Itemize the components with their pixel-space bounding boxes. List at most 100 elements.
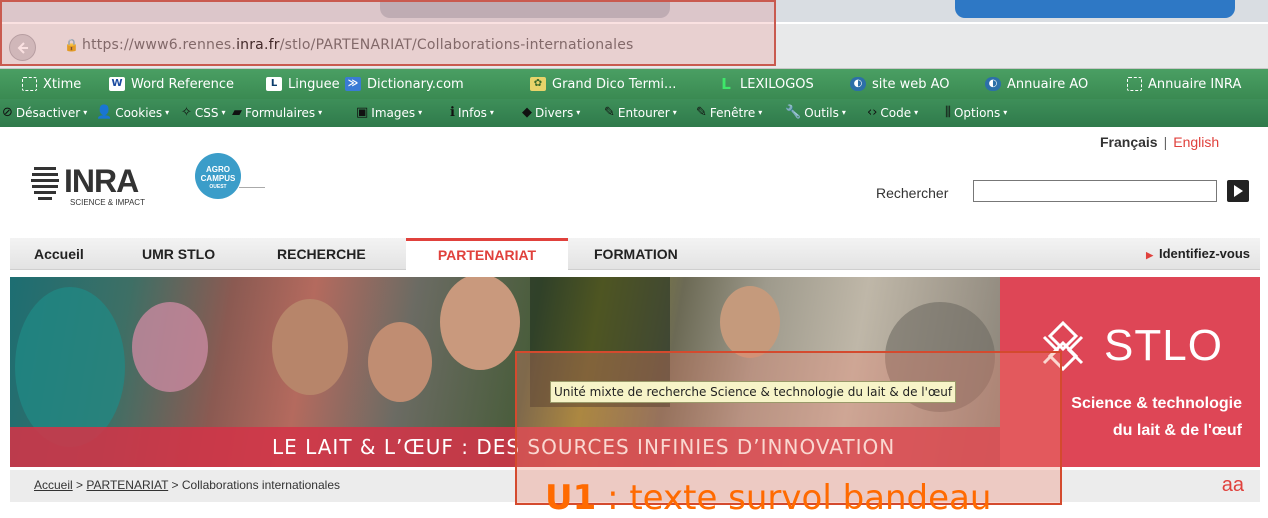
- font-size-control[interactable]: aa: [1222, 474, 1244, 497]
- inra-tagline: SCIENCE & IMPACT: [70, 198, 145, 207]
- agro-line2: CAMPUS: [200, 174, 236, 183]
- annuaire-icon: ◐: [985, 77, 1001, 91]
- dropdown-arrow-icon: ▾: [758, 108, 763, 117]
- inra-logo-text: INRA: [64, 163, 139, 199]
- pencil-icon: ✎: [604, 105, 615, 120]
- bookmark-label: Annuaire AO: [1007, 76, 1089, 92]
- stlo-title: STLO: [1104, 321, 1223, 370]
- toolbar-cookies[interactable]: 👤 Cookies ▾: [96, 105, 169, 120]
- bookmark-annuaire-ao[interactable]: ◐ Annuaire AO: [985, 74, 1088, 94]
- info-icon: ℹ: [450, 105, 455, 120]
- dropdown-arrow-icon: ▾: [672, 108, 677, 117]
- grand-dico-icon: ✿: [530, 77, 546, 91]
- bookmark-xtime[interactable]: Xtime: [22, 74, 81, 94]
- bookmark-label: site web AO: [872, 76, 950, 92]
- bookmark-grand-dico[interactable]: ✿ Grand Dico Termi...: [530, 74, 676, 94]
- disable-icon: ⊘: [2, 105, 13, 120]
- breadcrumb-separator: >: [171, 478, 179, 492]
- dotted-square-icon: [1127, 77, 1142, 91]
- bookmark-site-web-ao[interactable]: ◐ site web AO: [850, 74, 950, 94]
- search-input[interactable]: [973, 180, 1217, 202]
- nav-recherche[interactable]: RECHERCHE: [277, 238, 366, 269]
- search-button[interactable]: [1227, 180, 1249, 202]
- bookmark-dictionary[interactable]: ≫ Dictionary.com: [345, 74, 464, 94]
- breadcrumb-section-link[interactable]: PARTENARIAT: [86, 478, 168, 492]
- bookmark-label: Grand Dico Termi...: [552, 76, 677, 92]
- breadcrumb-current: Collaborations internationales: [181, 478, 340, 492]
- dropdown-arrow-icon: ▾: [489, 108, 494, 117]
- nav-accueil[interactable]: Accueil: [34, 238, 84, 269]
- dropdown-arrow-icon: ▾: [914, 108, 919, 117]
- login-link-label: Identifiez-vous: [1158, 246, 1250, 261]
- bookmark-label: Dictionary.com: [367, 76, 464, 92]
- bookmark-label: Xtime: [43, 76, 82, 92]
- bookmark-word-reference[interactable]: W Word Reference: [109, 74, 234, 94]
- toolbar-label: Entourer: [617, 105, 670, 120]
- bookmark-label: Linguee: [288, 76, 340, 92]
- toolbar-entourer[interactable]: ✎ Entourer ▾: [604, 105, 677, 120]
- linguee-icon: L: [266, 77, 282, 91]
- bookmark-label: Annuaire INRA: [1148, 76, 1242, 92]
- agro-line3: OUEST: [209, 184, 227, 190]
- dropdown-arrow-icon: ▾: [841, 108, 846, 117]
- toolbar-formulaires[interactable]: ▰ Formulaires ▾: [232, 105, 322, 120]
- sliders-icon: ⫼: [945, 105, 951, 120]
- wrench-icon: 🔧: [785, 105, 802, 120]
- toolbar-label: Désactiver: [15, 105, 81, 120]
- dropdown-arrow-icon: ▾: [418, 108, 423, 117]
- bookmarks-bar: Xtime W Word Reference L Linguee ≫ Dictiona…: [0, 69, 1268, 99]
- agrocampus-badge: AGRO CAMPUS OUEST: [195, 153, 241, 199]
- cube-icon: ◆: [522, 105, 532, 120]
- dropdown-arrow-icon: ▾: [576, 108, 581, 117]
- dropdown-arrow-icon: ▾: [83, 108, 88, 117]
- toolbar-label: Options: [953, 105, 1001, 120]
- image-icon: ▣: [356, 105, 369, 120]
- toolbar-fenetre[interactable]: ✎ Fenêtre ▾: [696, 105, 762, 120]
- toolbar-infos[interactable]: ℹ Infos ▾: [450, 105, 494, 120]
- breadcrumb-trail: Accueil > PARTENARIAT > Collaborations i…: [34, 478, 340, 492]
- toolbar-label: Outils: [804, 105, 839, 120]
- toolbar-code[interactable]: ‹› Code ▾: [867, 105, 918, 120]
- wordreference-icon: W: [109, 77, 125, 91]
- annotation-label-code: U1: [545, 478, 597, 518]
- login-link[interactable]: ▶ Identifiez-vous: [1146, 238, 1250, 269]
- dictionary-icon: ≫: [345, 77, 361, 91]
- agrocampus-logo[interactable]: AGRO CAMPUS OUEST: [193, 153, 265, 205]
- bookmark-linguee[interactable]: L Linguee: [266, 74, 340, 94]
- lang-en-link[interactable]: English: [1173, 134, 1219, 150]
- toolbar-label: Divers: [535, 105, 574, 120]
- dropdown-arrow-icon: ▾: [318, 108, 323, 117]
- code-icon: ‹›: [867, 105, 878, 120]
- search-label: Rechercher: [876, 185, 949, 201]
- nav-umr-stlo[interactable]: UMR STLO: [142, 238, 215, 269]
- nav-partenariat[interactable]: PARTENARIAT: [406, 238, 568, 272]
- inra-logo[interactable]: INRA SCIENCE & IMPACT: [30, 163, 170, 208]
- toolbar-divers[interactable]: ◆ Divers ▾: [522, 105, 580, 120]
- main-nav: Accueil UMR STLO RECHERCHE PARTENARIAT F…: [10, 238, 1260, 272]
- play-arrow-icon: [1234, 185, 1243, 197]
- breadcrumb-home-link[interactable]: Accueil: [34, 478, 73, 492]
- pencil-icon: ✎: [696, 105, 707, 120]
- nav-formation[interactable]: FORMATION: [594, 238, 678, 269]
- toolbar-desactiver[interactable]: ⊘ Désactiver ▾: [2, 105, 87, 120]
- toolbar-label: Images: [371, 105, 416, 120]
- dropdown-arrow-icon: ▾: [1003, 108, 1008, 117]
- banner-tooltip: Unité mixte de recherche Science & techn…: [550, 381, 957, 403]
- toolbar-options[interactable]: ⫼ Options ▾: [945, 105, 1007, 120]
- lexilogos-icon: L: [721, 75, 731, 93]
- toolbar-css[interactable]: ✧ CSS ▾: [181, 105, 226, 120]
- bookmark-lexilogos[interactable]: L LEXILOGOS: [718, 74, 814, 94]
- bookmark-annuaire-inra[interactable]: Annuaire INRA: [1127, 74, 1241, 94]
- lang-fr-link[interactable]: Français: [1100, 134, 1158, 150]
- dropdown-arrow-icon: ▾: [221, 108, 226, 117]
- language-switcher: Français | English: [1100, 134, 1219, 150]
- annotation-label: U1 : texte survol bandeau: [545, 478, 991, 518]
- font-size-icon: aa: [1221, 474, 1244, 496]
- browser-tab-active[interactable]: [955, 0, 1235, 18]
- wand-icon: ✧: [181, 105, 192, 120]
- toolbar-images[interactable]: ▣ Images ▾: [356, 105, 422, 120]
- form-icon: ▰: [232, 105, 242, 120]
- web-developer-toolbar: ⊘ Désactiver ▾ 👤 Cookies ▾ ✧ CSS ▾ ▰ Formulaire…: [0, 99, 1268, 127]
- breadcrumb-separator: >: [76, 478, 84, 492]
- toolbar-outils[interactable]: 🔧 Outils ▾: [785, 105, 846, 120]
